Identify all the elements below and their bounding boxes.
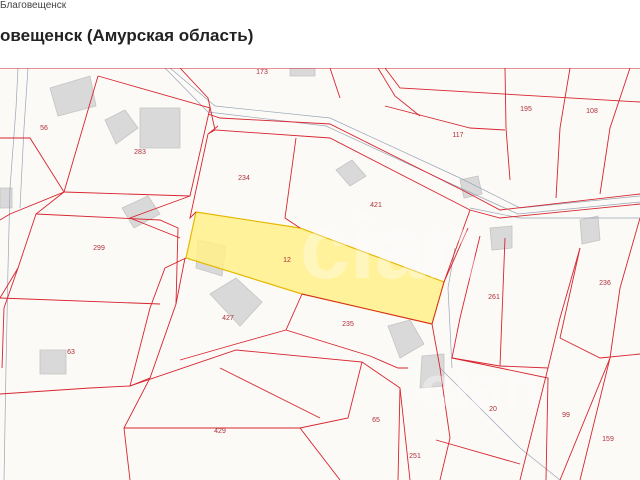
- page-title: овещенск (Амурская область): [0, 26, 254, 45]
- parcel-label: 99: [562, 412, 570, 419]
- parcel-label: 283: [134, 149, 146, 156]
- parcel-label-highlighted: 12: [283, 257, 291, 264]
- parcel-label: 236: [599, 280, 611, 287]
- parcel-label: 421: [370, 202, 382, 209]
- parcel-label: 429: [214, 428, 226, 435]
- breadcrumb-link[interactable]: Благовещенск: [0, 0, 66, 11]
- parcel-label: 65: [372, 417, 380, 424]
- parcel-label: 173: [256, 69, 268, 76]
- parcel-label: 56: [40, 125, 48, 132]
- parcel-label: 299: [93, 245, 105, 252]
- parcel-label: 108: [586, 108, 598, 115]
- parcel-label: 235: [342, 321, 354, 328]
- watermark-logo: cian: [300, 198, 480, 298]
- parcel-label: 251: [409, 453, 421, 460]
- parcel-label: 261: [488, 294, 500, 301]
- cadastral-map[interactable]: cian cian 173 195 108 56 283 117 234 421…: [0, 68, 640, 480]
- map-canvas[interactable]: cian cian 173 195 108 56 283 117 234 421…: [0, 68, 640, 480]
- parcel-label: 20: [489, 406, 497, 413]
- parcel-label: 117: [452, 132, 463, 139]
- parcel-label: 63: [67, 349, 75, 356]
- parcel-label: 195: [520, 106, 532, 113]
- parcel-label: 159: [602, 436, 614, 443]
- parcel-label: 427: [222, 315, 234, 322]
- parcel-label: 234: [238, 175, 250, 182]
- breadcrumb[interactable]: Благовещенск: [0, 0, 66, 14]
- watermark-logo: cian: [420, 354, 540, 421]
